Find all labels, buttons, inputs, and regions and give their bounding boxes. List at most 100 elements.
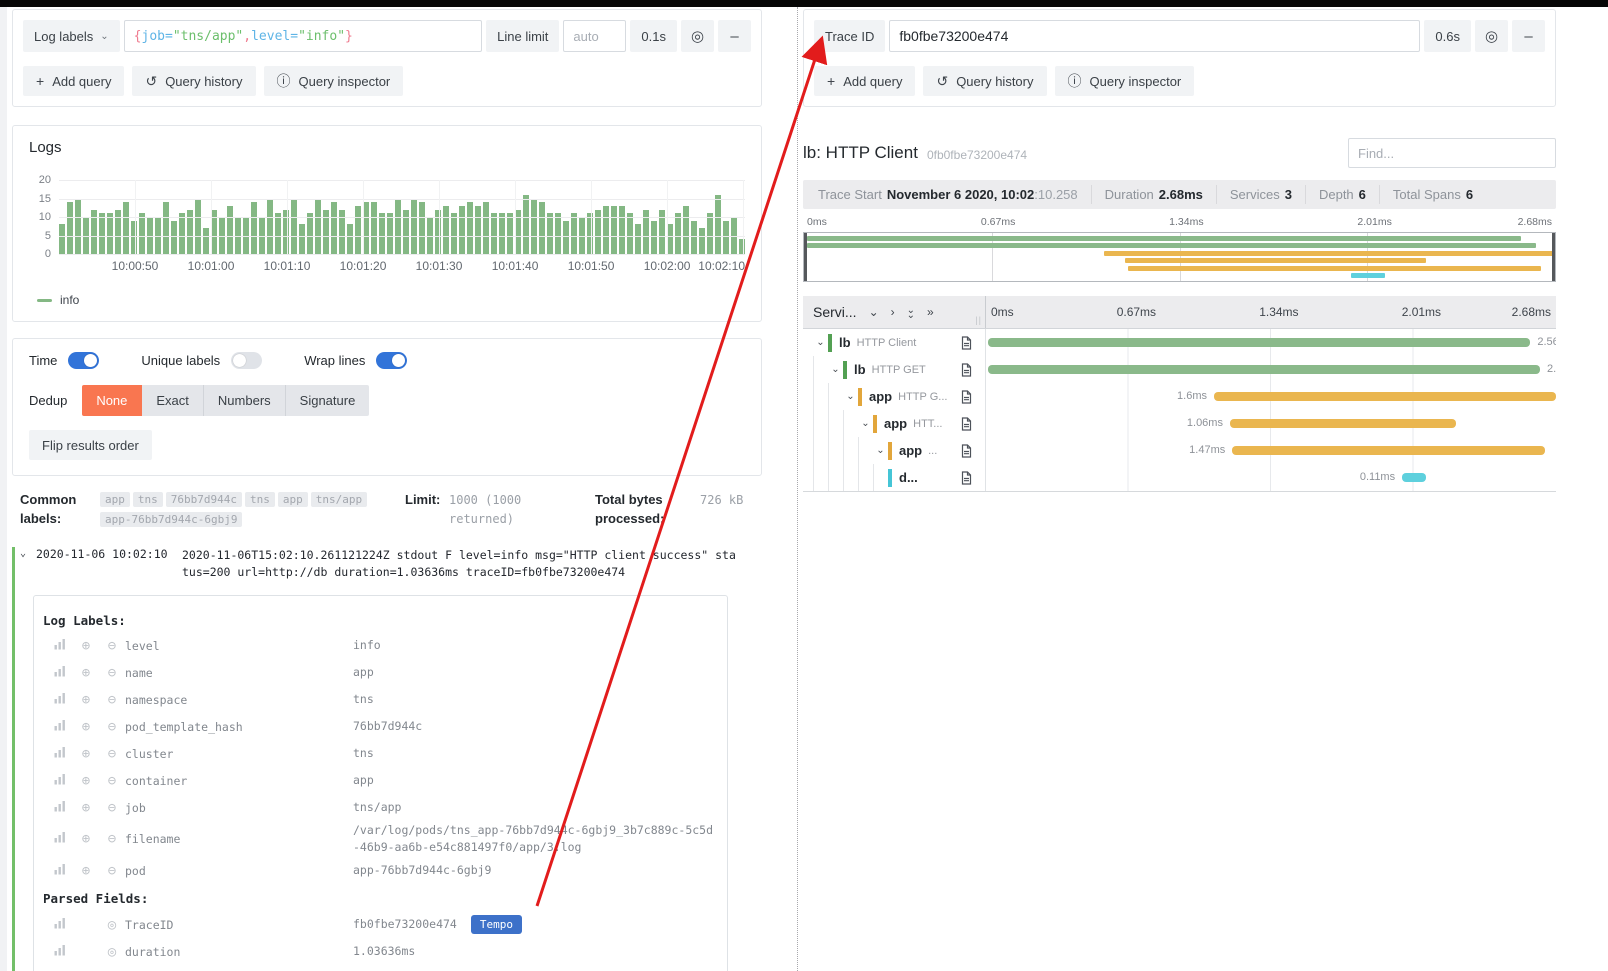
query-history-button[interactable]: ↺ Query history [132,66,255,96]
toggle-switch-wrap-lines[interactable] [376,352,407,369]
span-duration-bar[interactable] [1232,446,1544,455]
filter-out-icon[interactable]: ⊖ [99,638,125,654]
query-history-button[interactable]: ↺ Query history [923,66,1046,96]
chevron-right-icon[interactable]: › [891,306,895,318]
span-name-cell[interactable]: ⌄lbHTTP GET [803,356,986,383]
stats-icon[interactable] [47,800,73,816]
filter-out-icon[interactable]: ⊖ [99,800,125,816]
stats-icon[interactable] [47,692,73,708]
span-row-lb-httpget[interactable]: ⌄lbHTTP GET2.5ms [803,356,1556,383]
span-detail-icon[interactable] [961,336,972,350]
span-duration-bar[interactable] [1402,473,1426,482]
chevron-down-icon[interactable]: ⌄ [20,547,36,582]
span-bar-cell[interactable]: 2.56ms [986,329,1556,356]
span-name-cell[interactable]: ⌄appHTTP G... [803,383,986,410]
span-bar-cell[interactable]: 2.5ms [986,356,1556,383]
span-row-app-httpg[interactable]: ⌄appHTTP G...1.6ms [803,383,1556,410]
filter-out-icon[interactable]: ⊖ [99,773,125,789]
filter-for-icon[interactable]: ⊕ [73,719,99,735]
double-chevron-right-icon[interactable]: » [927,306,934,318]
query-inspector-button[interactable]: ⓘ Query inspector [264,66,404,96]
span-name-cell[interactable]: ⌄appHTT... [803,410,986,437]
add-query-button[interactable]: + Add query [23,66,124,96]
span-duration-bar[interactable] [988,365,1540,374]
stats-icon[interactable] [47,773,73,789]
disable-query-button[interactable]: ◎ [681,20,714,52]
chevron-down-icon[interactable]: ⌄ [858,418,873,429]
span-duration-bar[interactable] [988,338,1530,347]
dedup-option-numbers[interactable]: Numbers [204,385,286,416]
filter-for-icon[interactable]: ⊕ [73,746,99,762]
filter-out-icon[interactable]: ⊖ [99,692,125,708]
span-bar-cell[interactable]: 1.06ms [986,410,1556,437]
disable-query-button[interactable]: ◎ [1475,20,1508,52]
line-limit-input[interactable] [563,20,626,52]
trace-id-input[interactable] [889,20,1420,52]
log-labels-selector[interactable]: Log labels ⌄ [23,20,120,52]
double-chevron-down-icon[interactable]: ⌄⌄ [907,306,915,318]
chevron-down-icon[interactable]: ⌄ [813,337,828,348]
chevron-down-icon[interactable]: ⌄ [873,445,888,456]
span-detail-icon[interactable] [961,444,972,458]
filter-for-icon[interactable]: ⊕ [73,665,99,681]
stats-icon[interactable] [47,944,73,960]
span-bar-cell[interactable]: 1.47ms [986,437,1556,464]
filter-for-icon[interactable]: ⊕ [73,638,99,654]
trace-minimap[interactable] [803,232,1556,282]
filter-out-icon[interactable]: ⊖ [99,665,125,681]
trace-find-input[interactable] [1348,138,1556,168]
toggle-switch-unique-labels[interactable] [231,352,262,369]
stats-icon[interactable] [47,863,73,879]
stats-icon[interactable] [47,831,73,847]
filter-for-icon[interactable]: ⊕ [73,831,99,847]
span-detail-icon[interactable] [961,363,972,377]
chevron-down-icon[interactable]: ⌄ [869,306,879,318]
chevron-down-icon[interactable]: ⌄ [843,391,858,402]
column-resize-grip[interactable]: || [975,315,982,325]
stats-icon[interactable] [47,638,73,654]
span-name-cell[interactable]: ⌄lbHTTP Client [803,329,986,356]
flip-results-order-button[interactable]: Flip results order [29,430,152,460]
span-row-d[interactable]: d...0.11ms [803,464,1556,491]
stats-icon[interactable] [47,917,73,933]
toggle-switch-time[interactable] [68,352,99,369]
tempo-link-button[interactable]: Tempo [471,915,522,934]
span-detail-icon[interactable] [961,417,972,431]
filter-out-icon[interactable]: ⊖ [99,719,125,735]
eye-icon[interactable]: ◎ [99,917,125,933]
dedup-option-exact[interactable]: Exact [142,385,204,416]
add-query-button[interactable]: + Add query [814,66,915,96]
filter-out-icon[interactable]: ⊖ [99,746,125,762]
legend-info[interactable]: info [37,293,745,307]
span-row-app-htt[interactable]: ⌄appHTT...1.06ms [803,410,1556,437]
span-duration-bar[interactable] [1214,392,1556,401]
remove-query-button[interactable]: – [718,20,751,52]
span-name-cell[interactable]: ⌄app... [803,437,986,464]
stats-icon[interactable] [47,665,73,681]
remove-query-button[interactable]: – [1512,20,1545,52]
eye-icon[interactable]: ◎ [99,944,125,960]
filter-for-icon[interactable]: ⊕ [73,863,99,879]
service-operation-header[interactable]: Servi... ⌄ › ⌄⌄ » || [803,296,986,328]
stats-icon[interactable] [47,719,73,735]
chevron-down-icon[interactable]: ⌄ [828,364,843,375]
loki-query-input[interactable]: {job="tns/app", level="info"} [124,20,482,52]
span-bar-cell[interactable]: 1.6ms [986,383,1556,410]
filter-out-icon[interactable]: ⊖ [99,831,125,847]
filter-for-icon[interactable]: ⊕ [73,773,99,789]
page-scrollbar[interactable] [0,7,7,971]
log-line[interactable]: ⌄ 2020-11-06 10:02:10 2020-11-06T15:02:1… [15,547,762,582]
span-bar-cell[interactable]: 0.11ms [986,464,1556,491]
dedup-option-signature[interactable]: Signature [286,385,370,416]
filter-for-icon[interactable]: ⊕ [73,800,99,816]
span-duration-bar[interactable] [1230,419,1456,428]
filter-for-icon[interactable]: ⊕ [73,692,99,708]
query-inspector-button[interactable]: ⓘ Query inspector [1055,66,1195,96]
span-name-cell[interactable]: d... [803,464,986,491]
filter-out-icon[interactable]: ⊖ [99,863,125,879]
span-detail-icon[interactable] [961,390,972,404]
stats-icon[interactable] [47,746,73,762]
span-row-lb-httpclient[interactable]: ⌄lbHTTP Client2.56ms [803,329,1556,356]
split-pane-divider[interactable] [797,7,798,971]
span-row-app-[interactable]: ⌄app...1.47ms [803,437,1556,464]
